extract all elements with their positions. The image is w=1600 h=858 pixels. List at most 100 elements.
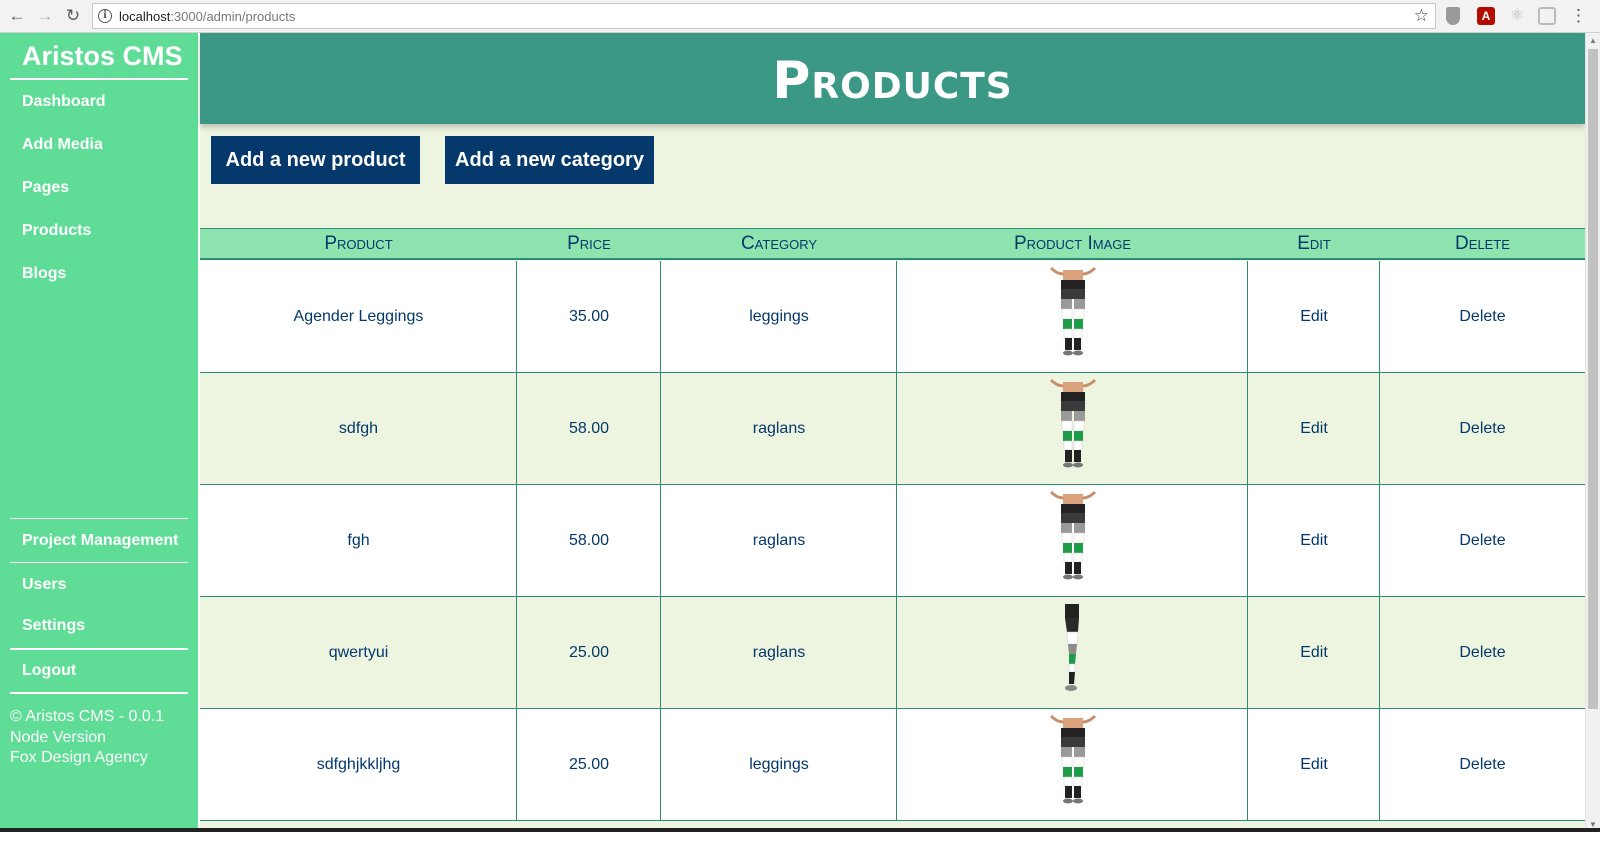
cell-product: qwertyui [328, 644, 389, 661]
table-cell: raglans [661, 597, 897, 709]
box-extension-icon[interactable] [1538, 7, 1556, 25]
column-divider [516, 709, 517, 821]
pdf-extension-icon[interactable]: A [1477, 7, 1495, 25]
table-cell: Edit [1248, 373, 1380, 485]
table-cell: Edit [1248, 597, 1380, 709]
column-divider [1379, 373, 1380, 485]
column-divider [660, 709, 661, 821]
scroll-up-arrow-icon[interactable]: ▲ [1589, 36, 1597, 45]
add-category-button[interactable]: Add a new category [445, 136, 654, 184]
cell-category: leggings [749, 308, 809, 325]
cell-product: sdfghjkkljhg [316, 756, 401, 773]
delete-link[interactable]: Delete [1459, 532, 1505, 549]
column-divider [1379, 485, 1380, 597]
cell-price: 58.00 [568, 532, 610, 549]
table-cell: fgh [200, 485, 517, 597]
table-cell: leggings [661, 709, 897, 821]
cell-price: 35.00 [568, 308, 610, 325]
table-cell: Delete [1380, 485, 1585, 597]
footer-copyright: © Aristos CMS - 0.0.1 [10, 708, 165, 725]
header-price[interactable]: Price [517, 229, 661, 259]
divider [10, 78, 188, 80]
reload-icon[interactable]: ↻ [62, 5, 84, 27]
react-extension-icon[interactable]: ⚛ [1508, 7, 1526, 25]
table-cell: 25.00 [517, 597, 661, 709]
sidebar-item-products[interactable]: Products [22, 222, 91, 240]
delete-link[interactable]: Delete [1459, 420, 1505, 437]
edit-link[interactable]: Edit [1300, 532, 1328, 549]
table-cell: Edit [1248, 261, 1380, 373]
footer-node-version: Node Version [10, 729, 107, 746]
column-divider [1247, 373, 1248, 485]
footer-agency: Fox Design Agency [10, 749, 148, 766]
table-row: fgh 58.00 raglans Edit Delete [200, 485, 1585, 597]
delete-link[interactable]: Delete [1459, 308, 1505, 325]
product-image-cell [897, 373, 1248, 485]
table-cell: 58.00 [517, 485, 661, 597]
column-divider [660, 597, 661, 709]
sidebar-item-add-media[interactable]: Add Media [22, 136, 103, 154]
header-edit[interactable]: Edit [1248, 229, 1380, 259]
header-product-image[interactable]: Product Image [897, 229, 1248, 259]
table-header: Product Price Category Product Image Edi… [200, 228, 1585, 260]
column-divider [660, 373, 661, 485]
table-cell: Delete [1380, 709, 1585, 821]
cell-category: raglans [752, 644, 806, 661]
sidebar-item-project-management[interactable]: Project Management [22, 532, 178, 550]
sidebar: Aristos CMS Dashboard Add Media Pages Pr… [0, 33, 198, 832]
scrollbar-thumb[interactable] [1588, 49, 1598, 709]
column-divider [1247, 709, 1248, 821]
header-category[interactable]: Category [661, 229, 897, 259]
arrow-right-icon[interactable]: → [34, 5, 56, 27]
delete-link[interactable]: Delete [1459, 644, 1505, 661]
column-divider [516, 597, 517, 709]
sidebar-item-settings[interactable]: Settings [22, 617, 85, 635]
sidebar-item-logout[interactable]: Logout [22, 662, 76, 680]
star-icon[interactable]: ☆ [1414, 6, 1429, 26]
divider [10, 562, 188, 563]
cell-product: Agender Leggings [293, 308, 424, 325]
sidebar-item-users[interactable]: Users [22, 576, 66, 594]
edit-link[interactable]: Edit [1300, 644, 1328, 661]
cell-product: fgh [347, 532, 370, 549]
table-cell: Delete [1380, 373, 1585, 485]
page-header: Products [200, 33, 1585, 124]
column-divider [516, 373, 517, 485]
column-divider [896, 261, 897, 373]
header-delete[interactable]: Delete [1380, 229, 1585, 259]
arrow-left-icon[interactable]: ← [6, 5, 28, 27]
edit-link[interactable]: Edit [1300, 308, 1328, 325]
edit-link[interactable]: Edit [1300, 756, 1328, 773]
sidebar-item-pages[interactable]: Pages [22, 179, 69, 197]
kebab-menu-icon[interactable]: ⋮ [1570, 7, 1587, 25]
product-image-cell [897, 709, 1248, 821]
sidebar-item-dashboard[interactable]: Dashboard [22, 93, 106, 111]
table-cell: Agender Leggings [200, 261, 517, 373]
column-divider [1379, 709, 1380, 821]
url-text[interactable]: localhost:3000/admin/products [119, 9, 295, 24]
table-row: qwertyui 25.00 raglans Edit Delete [200, 597, 1585, 709]
table-cell: sdfghjkkljhg [200, 709, 517, 821]
scrollbar[interactable]: ▲ ▼ [1585, 33, 1600, 832]
url-host: localhost [119, 9, 171, 24]
add-product-button[interactable]: Add a new product [211, 136, 420, 184]
delete-link[interactable]: Delete [1459, 756, 1505, 773]
table-cell: raglans [661, 373, 897, 485]
cell-price: 25.00 [568, 756, 610, 773]
divider [10, 518, 188, 519]
table-cell: Edit [1248, 709, 1380, 821]
column-divider [1247, 261, 1248, 373]
address-bar[interactable]: i localhost:3000/admin/products ☆ [92, 3, 1436, 29]
cell-product: sdfgh [338, 420, 379, 437]
info-icon[interactable]: i [98, 9, 112, 23]
cell-category: raglans [752, 532, 806, 549]
header-product[interactable]: Product [200, 229, 517, 259]
shield-extension-icon[interactable] [1446, 7, 1460, 25]
column-divider [1247, 597, 1248, 709]
table-row: sdfghjkkljhg 25.00 leggings Edit Delete [200, 709, 1585, 821]
table-cell: 35.00 [517, 261, 661, 373]
brand-title[interactable]: Aristos CMS [22, 41, 183, 72]
table-cell: Delete [1380, 261, 1585, 373]
sidebar-item-blogs[interactable]: Blogs [22, 265, 66, 283]
edit-link[interactable]: Edit [1300, 420, 1328, 437]
